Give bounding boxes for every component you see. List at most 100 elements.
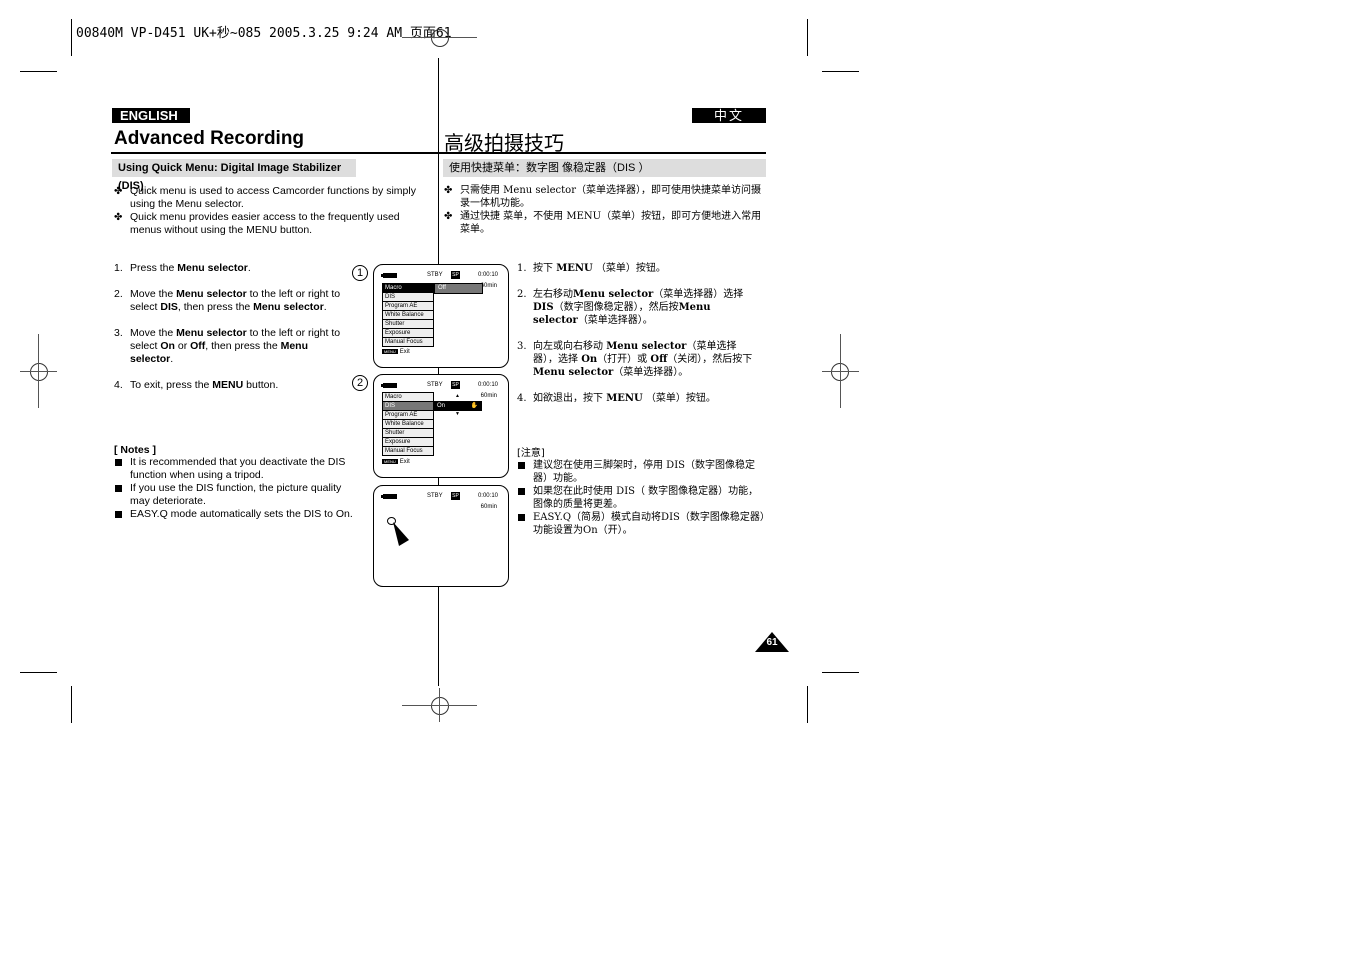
language-badge-english: ENGLISH bbox=[112, 108, 190, 123]
exit-hint: MENU Exit bbox=[382, 349, 410, 356]
bullet-item: ✤ 通过快捷 菜单，不使用 MENU（菜单）按钮，即可方便地进入常用菜单。 bbox=[444, 211, 762, 235]
timecode: 0:00:10 bbox=[477, 382, 498, 388]
step-item: 3. Move the Menu selector to the left or … bbox=[114, 327, 341, 365]
registration-mark-icon bbox=[431, 29, 449, 47]
square-bullet-icon bbox=[518, 462, 525, 469]
bullet-icon: ✤ bbox=[114, 212, 123, 223]
steps-chinese: 1. 按下 MENU （菜单）按钮。 2. 左右移动Menu selector（菜单… bbox=[517, 262, 753, 405]
notes-english: [ Notes ] It is recommended that you dea… bbox=[114, 444, 364, 521]
step-item: 4. 如欲退出，按下 MENU （菜单）按钮。 bbox=[517, 393, 716, 404]
bullet-icon: ✤ bbox=[444, 211, 453, 222]
menu-item-program-ae[interactable]: Program AE bbox=[383, 302, 433, 311]
note-item: It is recommended that you deactivate th… bbox=[114, 456, 364, 482]
dis-icon: ✋ bbox=[470, 403, 478, 409]
quick-menu: Macro DIS Program AE White Balance Shutt… bbox=[382, 283, 434, 347]
menu-key-icon: MENU bbox=[382, 349, 398, 354]
intro-bullets-english: ✤ Quick menu is used to access Camcorder … bbox=[114, 185, 432, 237]
step-marker-2: 2 bbox=[352, 375, 368, 391]
title-rule bbox=[111, 152, 766, 154]
registration-mark-icon bbox=[30, 363, 48, 381]
registration-line bbox=[38, 334, 39, 408]
sp-mode-icon: SP bbox=[451, 381, 460, 389]
battery-icon bbox=[381, 273, 397, 278]
step-item: 1. 按下 MENU （菜单）按钮。 bbox=[517, 263, 666, 274]
tape-remaining: 60min bbox=[480, 393, 497, 399]
crop-mark bbox=[822, 71, 859, 72]
square-bullet-icon bbox=[115, 485, 122, 492]
pointer-arrow-icon bbox=[393, 522, 409, 546]
menu-item-white-balance[interactable]: White Balance bbox=[383, 420, 433, 429]
step-item: 2. Move the Menu selector to the left or … bbox=[114, 288, 341, 313]
tape-remaining: 60min bbox=[480, 283, 497, 289]
lcd-screen-3: STBY SP 0:00:10 60min bbox=[373, 485, 509, 587]
notes-heading: [ Notes ] bbox=[114, 444, 156, 456]
down-arrow-icon: ▼ bbox=[455, 411, 460, 417]
bullet-item: ✤ 只需使用 Menu selector（菜单选择器），即可使用快捷菜单访问摄录一… bbox=[444, 185, 761, 209]
step-marker-1: 1 bbox=[352, 265, 368, 281]
section-heading-english: Using Quick Menu: Digital Image Stabiliz… bbox=[112, 159, 356, 192]
square-bullet-icon bbox=[518, 514, 525, 521]
sp-mode-icon: SP bbox=[451, 492, 460, 500]
sp-mode-icon: SP bbox=[451, 271, 460, 279]
bullet-item: ✤ Quick menu is used to access Camcorder … bbox=[114, 185, 416, 210]
battery-icon bbox=[381, 383, 397, 388]
note-item: If you use the DIS function, the picture… bbox=[114, 482, 364, 508]
intro-bullets-chinese: ✤ 只需使用 Menu selector（菜单选择器），即可使用快捷菜单访问摄录一… bbox=[444, 184, 766, 236]
crop-mark bbox=[71, 686, 72, 723]
exit-hint: MENU Exit bbox=[382, 459, 410, 466]
registration-line bbox=[840, 334, 841, 408]
crop-mark bbox=[71, 19, 72, 56]
bullet-icon: ✤ bbox=[444, 185, 453, 196]
crop-mark bbox=[20, 672, 57, 673]
menu-item-manual-focus[interactable]: Manual Focus bbox=[383, 447, 433, 455]
step-item: 4. To exit, press the MENU button. bbox=[114, 379, 279, 391]
step-item: 3. 向左或向右移动 Menu selector（菜单选择器），选择 On（打开）… bbox=[517, 341, 753, 378]
page-number: 61 bbox=[766, 637, 778, 648]
menu-item-macro[interactable]: Macro bbox=[383, 284, 433, 293]
step-item: 2. 左右移动Menu selector（菜单选择器）选择DIS（数字图像稳定器）… bbox=[517, 289, 744, 326]
registration-mark-icon bbox=[431, 697, 449, 715]
crop-mark bbox=[20, 71, 57, 72]
lcd-screen-1: STBY SP 0:00:10 60min Macro DIS Program … bbox=[373, 264, 509, 368]
note-item: 如果您在此时使用 DIS（ 数字图像稳定器）功能，图像的质量将更差。 bbox=[517, 485, 767, 511]
crop-mark bbox=[822, 672, 859, 673]
registration-line bbox=[402, 37, 477, 38]
menu-item-shutter[interactable]: Shutter bbox=[383, 320, 433, 329]
square-bullet-icon bbox=[115, 511, 122, 518]
section-heading-chinese: 使用快捷菜单：数字图 像稳定器（DIS ） bbox=[443, 159, 766, 177]
menu-item-dis[interactable]: DIS bbox=[383, 293, 433, 302]
step-item: 1. Press the Menu selector. bbox=[114, 262, 251, 274]
status-text: STBY bbox=[427, 272, 443, 278]
language-badge-chinese: 中文 bbox=[692, 108, 766, 123]
menu-option-value[interactable]: Off bbox=[434, 283, 483, 294]
menu-item-exposure[interactable]: Exposure bbox=[383, 329, 433, 338]
notes-chinese: [注意] 建议您在使用三脚架时，停用 DIS（数字图像稳定器）功能。 如果您在此… bbox=[517, 444, 767, 537]
note-item: EASY.Q mode automatically sets the DIS t… bbox=[114, 508, 364, 521]
timecode: 0:00:10 bbox=[477, 493, 498, 499]
status-text: STBY bbox=[427, 382, 443, 388]
menu-item-manual-focus[interactable]: Manual Focus bbox=[383, 338, 433, 346]
bullet-icon: ✤ bbox=[114, 186, 123, 197]
menu-item-exposure[interactable]: Exposure bbox=[383, 438, 433, 447]
note-item: EASY.Q（简易）模式自动将DIS（数字图像稳定器）功能设置为On（开）。 bbox=[517, 511, 767, 537]
menu-item-shutter[interactable]: Shutter bbox=[383, 429, 433, 438]
square-bullet-icon bbox=[518, 488, 525, 495]
page-title-english: Advanced Recording bbox=[114, 128, 305, 149]
bullet-item: ✤ Quick menu provides easier access to th… bbox=[114, 211, 400, 236]
up-arrow-icon: ▲ bbox=[455, 393, 460, 399]
battery-icon bbox=[381, 494, 397, 499]
menu-item-dis[interactable]: DIS bbox=[383, 402, 433, 411]
menu-option-value[interactable]: On ✋ bbox=[434, 401, 482, 411]
note-item: 建议您在使用三脚架时，停用 DIS（数字图像稳定器）功能。 bbox=[517, 459, 767, 485]
menu-item-program-ae[interactable]: Program AE bbox=[383, 411, 433, 420]
lcd-screen-2: STBY SP 0:00:10 60min Macro DIS Program … bbox=[373, 374, 509, 478]
print-slug: 00840M VP-D451 UK+秒~085 2005.3.25 9:24 A… bbox=[76, 26, 452, 41]
timecode: 0:00:10 bbox=[477, 272, 498, 278]
menu-item-macro[interactable]: Macro bbox=[383, 393, 433, 402]
notes-heading: [注意] bbox=[517, 448, 545, 459]
crop-mark bbox=[807, 686, 808, 723]
status-text: STBY bbox=[427, 493, 443, 499]
quick-menu: Macro DIS Program AE White Balance Shutt… bbox=[382, 392, 434, 456]
menu-item-white-balance[interactable]: White Balance bbox=[383, 311, 433, 320]
tape-remaining: 60min bbox=[480, 504, 497, 510]
